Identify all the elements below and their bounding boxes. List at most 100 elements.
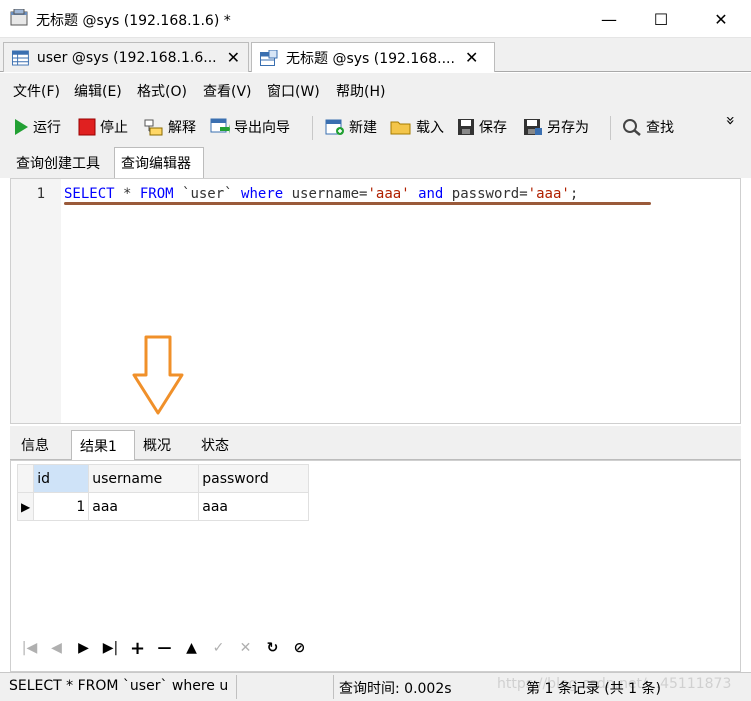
sql-code-line[interactable]: SELECT * FROM `user` where username='aaa… — [64, 186, 578, 202]
maximize-button[interactable]: ☐ — [638, 0, 684, 38]
minimize-button[interactable]: — — [586, 0, 632, 38]
down-arrow-annotation — [132, 335, 184, 415]
close-tab-icon[interactable]: ✕ — [465, 48, 478, 67]
status-record-count: 第 1 条记录 (共 1 条) — [526, 681, 661, 697]
cell-id[interactable]: 1 — [33, 492, 90, 521]
status-query-text: SELECT * FROM `user` where u — [9, 678, 229, 694]
cell-password[interactable]: aaa — [198, 492, 310, 521]
menu-edit[interactable]: 编辑(E) — [74, 81, 122, 101]
highlight-underline — [64, 202, 651, 205]
doc-tab-label: 无标题 @sys (192.168.... — [286, 50, 455, 67]
find-label: 查找 — [646, 120, 674, 136]
load-button[interactable]: 载入 — [390, 116, 444, 138]
column-header-username[interactable]: username — [88, 464, 200, 493]
refresh-icon[interactable]: ↻ — [259, 637, 286, 659]
toolbar: 运行 停止 解释 导出向导 新建 载入 保存 另存为 查找 » — [0, 107, 751, 147]
menu-window[interactable]: 窗口(W) — [267, 81, 320, 101]
apply-changes-icon[interactable]: ▲ — [178, 637, 205, 659]
prev-record-icon[interactable]: ◀ — [43, 637, 70, 659]
toolbar-separator — [610, 116, 611, 140]
save-as-label: 另存为 — [547, 120, 589, 136]
doc-tab-label: user @sys (192.168.1.6... — [36, 49, 217, 66]
find-button[interactable]: 查找 — [622, 116, 674, 138]
confirm-icon[interactable]: ✓ — [205, 637, 232, 659]
close-button[interactable]: ✕ — [698, 0, 744, 38]
new-query-icon — [325, 119, 344, 135]
menu-format[interactable]: 格式(O) — [137, 81, 187, 101]
last-record-icon[interactable]: ▶| — [97, 637, 124, 659]
delete-record-icon[interactable]: — — [151, 637, 178, 659]
document-tabs: user @sys (192.168.1.6... ✕ 无标题 @sys (19… — [0, 38, 751, 72]
close-tab-icon[interactable]: ✕ — [227, 48, 240, 67]
doc-tab-untitled[interactable]: 无标题 @sys (192.168.... ✕ — [251, 42, 495, 72]
next-record-icon[interactable]: ▶ — [70, 637, 97, 659]
row-indicator-header — [16, 464, 35, 493]
sql-token-kw: where — [241, 186, 284, 202]
sql-token-str: 'aaa' — [367, 186, 410, 202]
tab-label: 状态 — [201, 438, 229, 454]
tab-label: 查询编辑器 — [121, 156, 191, 172]
new-button[interactable]: 新建 — [325, 116, 377, 138]
add-record-icon[interactable]: + — [124, 637, 151, 659]
close-icon: ✕ — [714, 9, 728, 29]
export-wizard-label: 导出向导 — [234, 120, 290, 136]
cell-username[interactable]: aaa — [88, 492, 200, 521]
menu-help[interactable]: 帮助(H) — [336, 81, 385, 101]
explain-icon — [144, 119, 163, 136]
save-label: 保存 — [479, 120, 507, 136]
tab-query-editor[interactable]: 查询编辑器 — [114, 147, 204, 178]
query-icon — [260, 49, 278, 66]
export-icon — [210, 118, 230, 134]
tab-label: 查询创建工具 — [16, 155, 100, 172]
stop-icon — [78, 118, 96, 136]
cancel-icon[interactable]: ✕ — [232, 637, 259, 659]
app-icon — [10, 9, 28, 26]
table-header-row: id username password — [16, 464, 310, 493]
run-button[interactable]: 运行 — [13, 116, 61, 138]
stop-button[interactable]: 停止 — [78, 116, 128, 138]
save-as-button[interactable]: 另存为 — [523, 116, 589, 138]
status-separator — [236, 675, 237, 699]
sql-token-plain: `user` — [173, 186, 242, 202]
record-navigator: |◀ ◀ ▶ ▶| + — ▲ ✓ ✕ ↻ ⊘ — [16, 636, 313, 660]
tab-label: 概况 — [143, 438, 171, 454]
tab-info[interactable]: 信息 — [13, 430, 71, 460]
tab-result-1[interactable]: 结果1 — [71, 430, 135, 460]
column-header-password[interactable]: password — [198, 464, 310, 493]
table-row[interactable]: ▶ 1 aaa aaa — [16, 492, 310, 521]
menu-file[interactable]: 文件(F) — [13, 81, 60, 101]
explain-label: 解释 — [168, 120, 196, 136]
run-label: 运行 — [33, 120, 61, 136]
column-header-id[interactable]: id — [33, 464, 90, 493]
chevron-more-icon: » — [721, 115, 741, 125]
window-title: 无标题 @sys (192.168.1.6) * — [36, 13, 231, 29]
first-record-icon[interactable]: |◀ — [16, 637, 43, 659]
line-number: 1 — [36, 186, 45, 202]
sql-editor[interactable]: 1 SELECT * FROM `user` where username='a… — [10, 178, 741, 424]
tab-status[interactable]: 状态 — [193, 430, 251, 460]
minimize-icon: — — [601, 9, 617, 29]
sql-token-kw: and — [418, 186, 444, 202]
explain-button[interactable]: 解释 — [144, 116, 196, 138]
save-as-icon — [524, 119, 542, 135]
menu-view[interactable]: 查看(V) — [203, 81, 252, 101]
load-label: 载入 — [416, 120, 444, 136]
save-button[interactable]: 保存 — [457, 116, 507, 138]
tab-query-builder[interactable]: 查询创建工具 — [10, 147, 112, 178]
stop-label: 停止 — [100, 120, 128, 136]
sql-token-plain: password= — [443, 186, 528, 202]
export-wizard-button[interactable]: 导出向导 — [210, 116, 290, 138]
new-label: 新建 — [349, 120, 377, 136]
doc-tab-user[interactable]: user @sys (192.168.1.6... ✕ — [3, 42, 249, 72]
play-icon — [15, 119, 28, 135]
status-separator — [333, 675, 334, 699]
stop-refresh-icon[interactable]: ⊘ — [286, 637, 313, 659]
menu-bar: 文件(F) 编辑(E) 格式(O) 查看(V) 窗口(W) 帮助(H) — [0, 73, 751, 107]
toolbar-overflow-button[interactable]: » — [721, 109, 740, 131]
toolbar-separator — [312, 116, 313, 140]
line-number-gutter: 1 — [11, 179, 61, 423]
sql-token-kw: SELECT — [64, 186, 115, 202]
tab-label: 结果1 — [80, 438, 117, 455]
tab-overview[interactable]: 概况 — [135, 430, 193, 460]
sql-token-str: 'aaa' — [527, 186, 570, 202]
